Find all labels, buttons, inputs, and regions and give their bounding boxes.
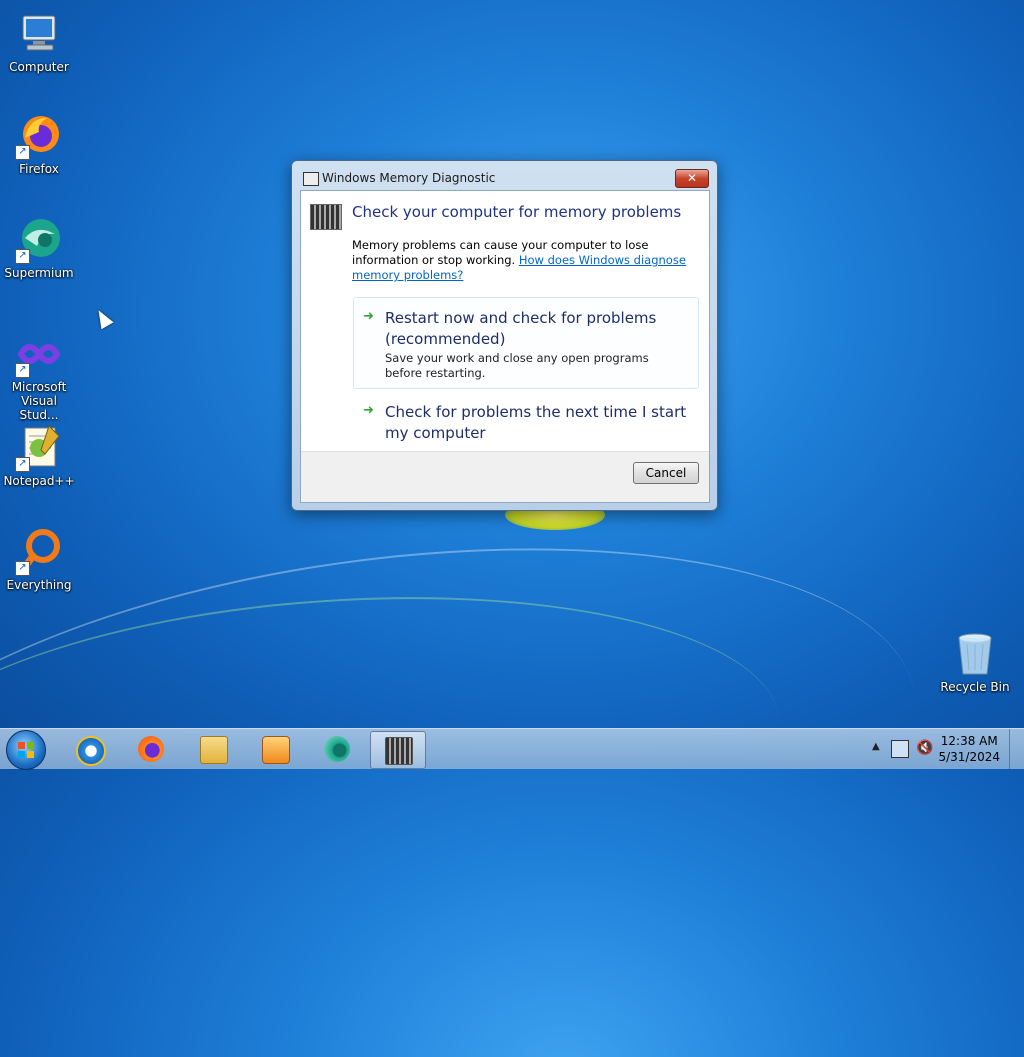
desktop-icon-recycle-bin[interactable]: Recycle Bin (937, 630, 1013, 694)
recycle-bin-icon (951, 630, 999, 678)
taskbar-internet-explorer[interactable] (62, 731, 116, 767)
check-next-start-option[interactable]: ➜ Check for problems the next time I sta… (353, 391, 699, 449)
memory-diagnostic-icon (385, 737, 413, 765)
restart-now-option[interactable]: ➜ Restart now and check for problems (re… (353, 297, 699, 389)
shortcut-arrow-icon: ↗ (15, 363, 30, 378)
wallpaper-swoosh (0, 485, 945, 1057)
clock-date: 5/31/2024 (938, 750, 1000, 764)
taskbar-firefox[interactable] (124, 731, 178, 767)
memory-diagnostic-dialog: Windows Memory Diagnostic ✕ Check your c… (291, 160, 718, 511)
desktop-icon-label: Computer (9, 60, 69, 74)
visual-studio-icon: ↗ (15, 330, 63, 378)
shortcut-arrow-icon: ↗ (15, 249, 30, 264)
desktop-icon-supermium[interactable]: ↗ Supermium (1, 216, 77, 280)
shortcut-arrow-icon: ↗ (15, 145, 30, 160)
memory-chip-icon (310, 204, 342, 230)
desktop-icon-everything[interactable]: ↗ Everything (1, 528, 77, 592)
dialog-client-area: Check your computer for memory problems … (300, 190, 710, 503)
desktop-icon-label: Everything (6, 578, 72, 592)
notepadpp-icon: ↗ (15, 424, 63, 472)
clock-time: 12:38 AM (940, 734, 998, 748)
network-icon[interactable] (891, 740, 909, 758)
option-title: Restart now and check for problems (reco… (385, 309, 657, 348)
cancel-button[interactable]: Cancel (633, 462, 699, 484)
taskbar-supermium[interactable] (310, 731, 364, 767)
taskbar-memory-diagnostic[interactable] (370, 731, 426, 769)
mouse-cursor-icon (92, 306, 114, 330)
shortcut-arrow-icon: ↗ (15, 561, 30, 576)
dialog-heading: Check your computer for memory problems (352, 203, 682, 221)
windows-flag-icon (18, 742, 34, 758)
desktop-icon-label: Supermium (4, 266, 74, 280)
internet-explorer-icon (76, 736, 106, 766)
shortcut-arrow-icon: ↗ (15, 457, 30, 472)
system-tray: ▲ 🔇 12:38 AM 5/31/2024 (864, 729, 1024, 769)
computer-icon (15, 10, 63, 58)
option-description: Save your work and close any open progra… (385, 351, 649, 380)
dialog-title: Windows Memory Diagnostic (322, 171, 496, 185)
desktop-icon-firefox[interactable]: ↗ Firefox (1, 112, 77, 176)
dialog-footer: Cancel (301, 451, 709, 502)
show-hidden-icons-icon[interactable]: ▲ (872, 741, 880, 752)
everything-icon: ↗ (15, 528, 63, 576)
memory-chip-icon (303, 172, 319, 186)
option-title: Check for problems the next time I start… (385, 403, 687, 442)
volume-muted-icon[interactable]: 🔇 (916, 740, 933, 756)
file-explorer-icon (200, 736, 228, 764)
start-button[interactable] (6, 730, 46, 770)
green-arrow-icon: ➜ (363, 403, 374, 418)
desktop-icon-computer[interactable]: Computer (1, 10, 77, 74)
desktop-icon-label: Microsoft Visual Stud... (11, 380, 67, 422)
media-player-icon (262, 736, 290, 764)
desktop-icon-label: Recycle Bin (940, 680, 1010, 694)
show-desktop-button[interactable] (1009, 729, 1024, 769)
close-button[interactable]: ✕ (675, 169, 709, 188)
desktop-icon-label: Notepad++ (3, 474, 75, 488)
taskbar: ▲ 🔇 12:38 AM 5/31/2024 (0, 728, 1024, 770)
desktop-icon-label: Firefox (19, 162, 59, 176)
dialog-titlebar[interactable]: Windows Memory Diagnostic ✕ (292, 161, 717, 189)
firefox-icon (138, 736, 164, 762)
firefox-icon: ↗ (15, 112, 63, 160)
taskbar-file-explorer[interactable] (186, 731, 240, 767)
desktop-icon-notepadpp[interactable]: ↗ Notepad++ (1, 424, 77, 488)
supermium-icon: ↗ (15, 216, 63, 264)
green-arrow-icon: ➜ (363, 309, 374, 324)
taskbar-media-player[interactable] (248, 731, 302, 767)
dialog-description: Memory problems can cause your computer … (352, 238, 702, 283)
clock[interactable]: 12:38 AM 5/31/2024 (938, 733, 1000, 765)
supermium-icon (324, 736, 350, 762)
desktop-icon-visual-studio[interactable]: ↗ Microsoft Visual Stud... (1, 330, 77, 422)
